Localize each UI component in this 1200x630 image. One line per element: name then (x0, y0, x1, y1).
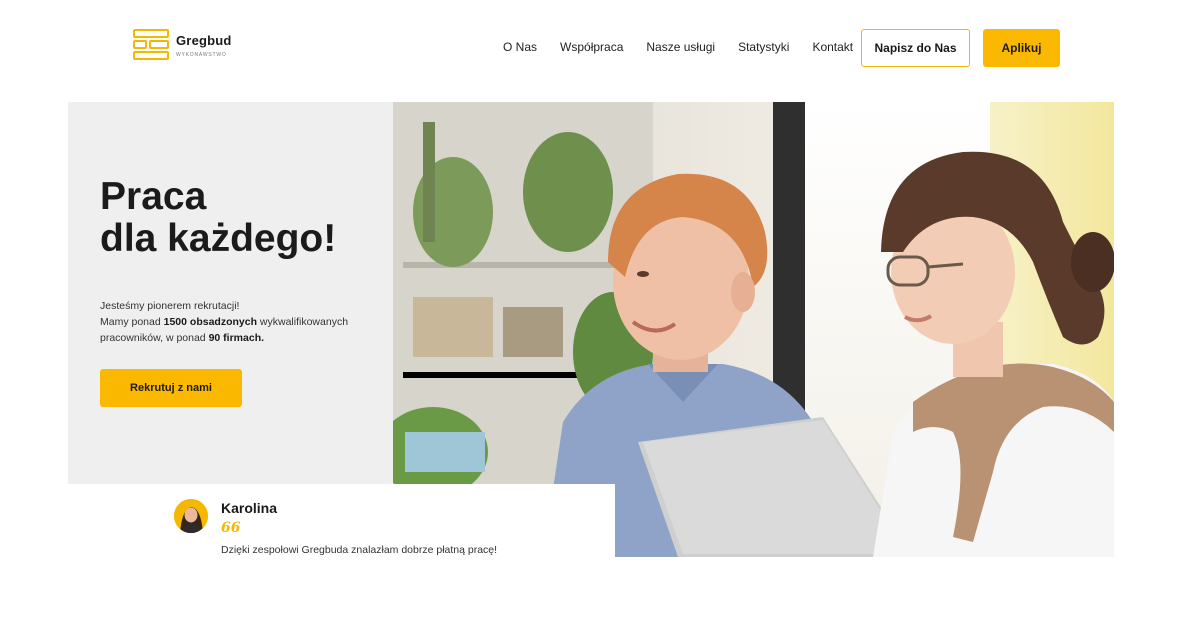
main-nav: O Nas Współpraca Nasze usługi Statystyki… (503, 40, 853, 54)
hero-title: Praca dla każdego! (100, 176, 336, 260)
brand-tagline: WYKONAWSTWO (176, 51, 227, 58)
nav-item-nasze-uslugi[interactable]: Nasze usługi (646, 40, 715, 54)
nav-item-kontakt[interactable]: Kontakt (812, 40, 853, 54)
brand-logo[interactable]: Gregbud WYKONAWSTWO (133, 29, 232, 61)
nav-item-wspolpraca[interactable]: Współpraca (560, 40, 623, 54)
nav-item-o-nas[interactable]: O Nas (503, 40, 537, 54)
hero-text-panel: Praca dla każdego! Jesteśmy pionerem rek… (68, 102, 393, 484)
stat-placements: 1500 obsadzonych (163, 316, 257, 328)
brand-name: Gregbud (176, 32, 232, 48)
site-header: Gregbud WYKONAWSTWO O Nas Współpraca Nas… (0, 0, 1200, 95)
logo-icon (133, 29, 169, 61)
hero-desc-line-2: Mamy ponad 1500 obsadzonych wykwalifikow… (100, 316, 349, 328)
stat-companies: 90 firmach. (208, 332, 265, 344)
contact-button[interactable]: Napisz do Nas (861, 29, 970, 67)
avatar (174, 499, 208, 533)
recruit-button[interactable]: Rekrutuj z nami (100, 369, 242, 407)
testimonial-text: Dzięki zespołowi Gregbuda znalazłam dobr… (221, 544, 498, 556)
testimonial-card: Karolina 66 Dzięki zespołowi Gregbuda zn… (68, 484, 615, 557)
hero-title-line-1: Praca (100, 175, 207, 218)
hero-title-line-2: dla każdego! (100, 217, 337, 260)
apply-button[interactable]: Aplikuj (983, 29, 1060, 67)
testimonial-author: Karolina (221, 500, 278, 516)
hero-desc-line-1: Jesteśmy pionerem rekrutacji! (100, 300, 240, 312)
hero-description: Jesteśmy pionerem rekrutacji! Mamy ponad… (100, 298, 380, 346)
quote-icon: 66 (221, 520, 241, 536)
nav-item-statystyki[interactable]: Statystyki (738, 40, 789, 54)
hero-desc-line-3: pracowników, w ponad 90 firmach. (100, 332, 265, 344)
